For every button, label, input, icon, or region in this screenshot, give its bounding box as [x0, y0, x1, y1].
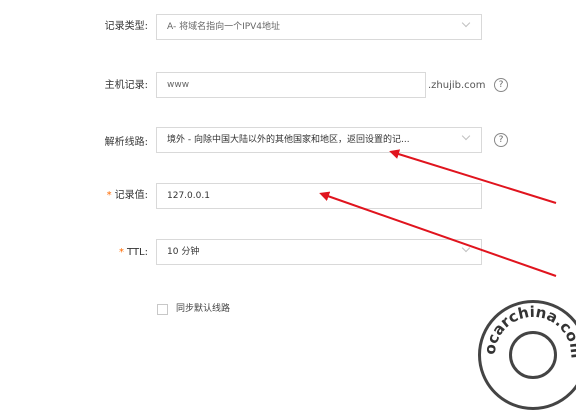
- arrow-to-resolution-line: [389, 149, 557, 204]
- watermark-stamp: ocarchina.com: [478, 300, 576, 410]
- arrow-to-record-value: [319, 191, 557, 277]
- watermark-logo-icon: [509, 331, 557, 379]
